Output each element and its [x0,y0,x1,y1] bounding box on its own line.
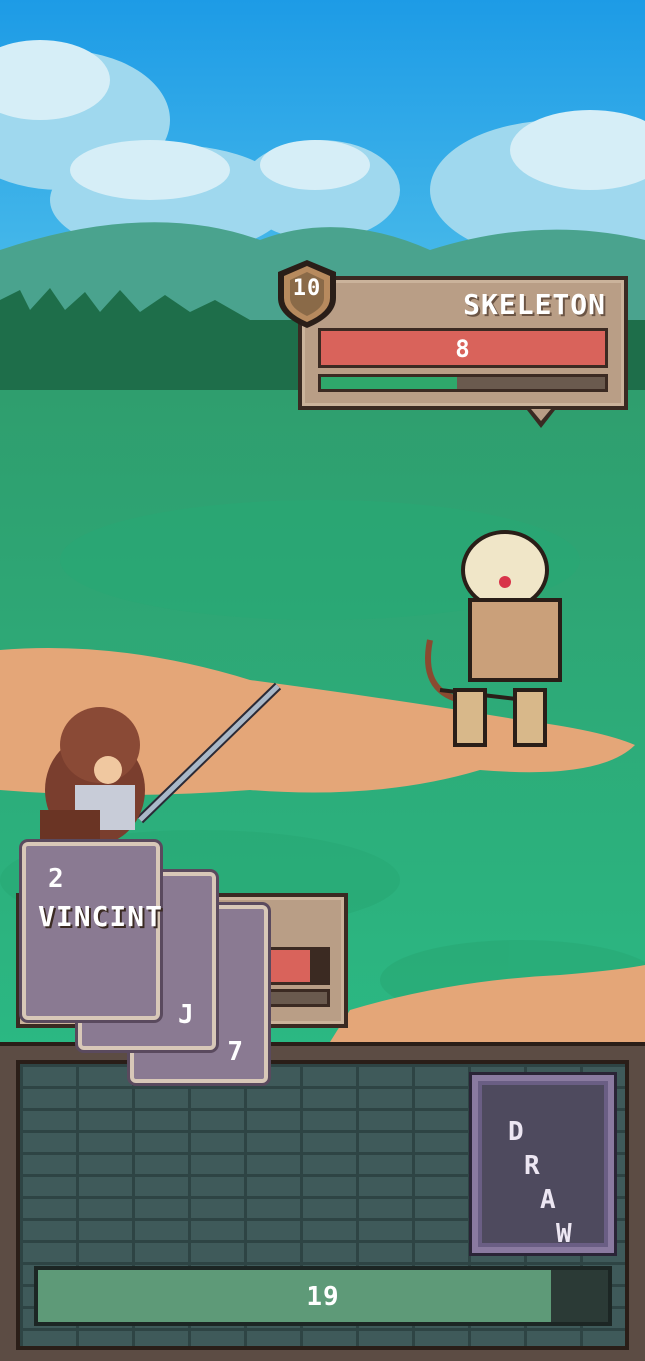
enemy-progress-fill [321,377,458,389]
draw-letter: W [556,1219,573,1249]
enemy-hp-bar: 8 [318,328,608,368]
draw-letter: D [508,1117,525,1147]
enemy-name: SKELETON [463,288,606,321]
enemy-progress-bar [318,374,608,392]
mana-bar: 19 [34,1266,612,1326]
draw-letter: A [540,1185,557,1215]
card-glyph: J [178,1000,195,1030]
enemy-status-panel: SKELETON 8 [298,276,628,428]
card-value: 2 [48,864,65,894]
enemy-hp-value: 8 [455,335,471,363]
mana-value: 19 [306,1282,340,1312]
draw-button[interactable]: D R A W [472,1075,614,1253]
enemy-level: 10 [292,276,322,301]
card-value: 7 [227,1037,244,1067]
player-name: VINCINT [38,900,164,933]
draw-letter: R [524,1151,541,1181]
